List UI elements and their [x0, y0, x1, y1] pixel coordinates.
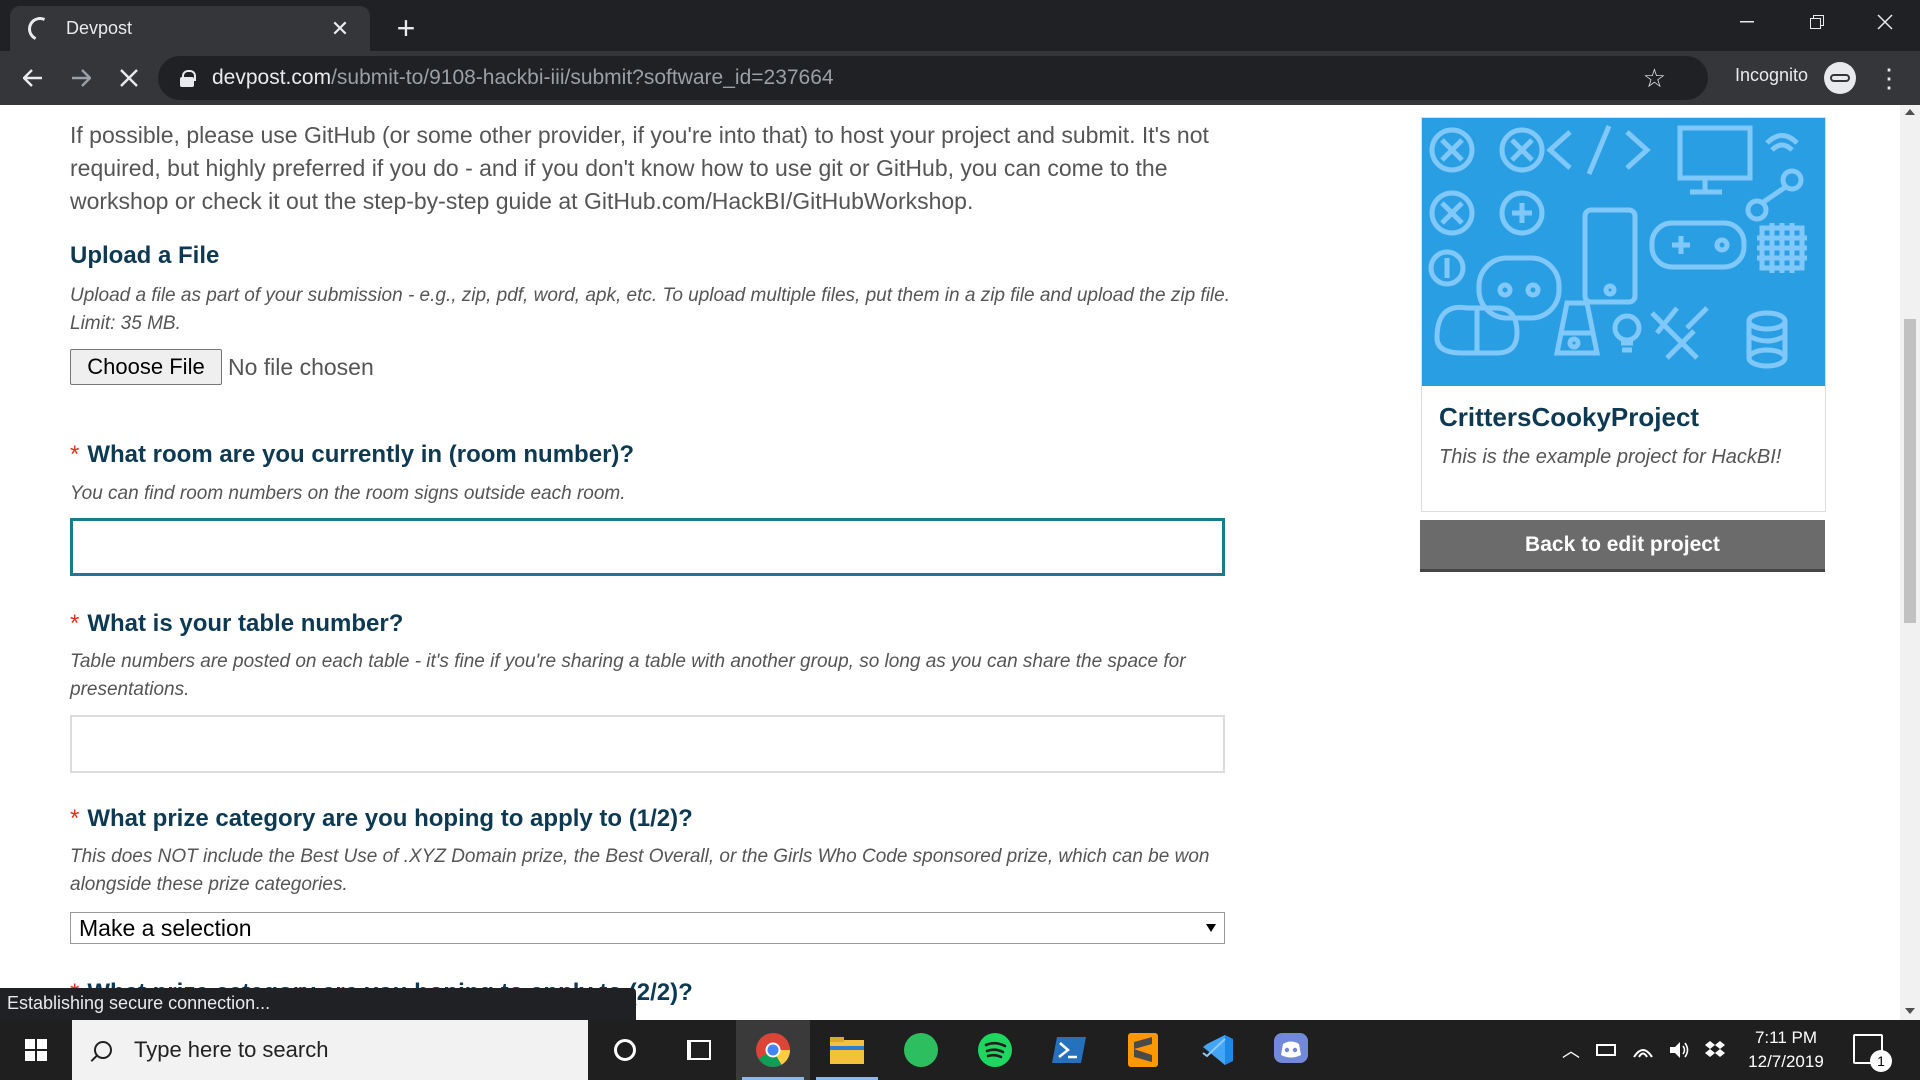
taskbar-sublime-text[interactable]: [1106, 1020, 1180, 1080]
scroll-down-icon[interactable]: [1905, 1008, 1915, 1014]
restore-icon: [1810, 15, 1824, 29]
notification-count-badge: 1: [1870, 1050, 1892, 1072]
task-view-icon: [687, 1040, 711, 1060]
search-placeholder: Type here to search: [134, 1037, 329, 1062]
taskbar-powershell[interactable]: [1032, 1020, 1106, 1080]
table-question-label: What is your table number?: [87, 610, 404, 637]
scrollbar-thumb[interactable]: [1904, 319, 1916, 623]
table-question: * What is your table number?: [70, 610, 403, 638]
url-path: /submit-to/9108-hackbi-iii/submit?softwa…: [331, 66, 834, 89]
show-hidden-icons-icon[interactable]: ︿: [1562, 1037, 1580, 1063]
discord-icon: [1274, 1033, 1308, 1063]
intro-paragraph: If possible, please use GitHub (or some …: [70, 122, 1209, 214]
tab-close-icon[interactable]: ✕: [326, 16, 354, 42]
stop-loading-button[interactable]: [110, 59, 148, 97]
url-host: devpost.com: [212, 66, 332, 89]
project-description: This is the example project for HackBI!: [1439, 446, 1782, 468]
project-name[interactable]: CrittersCookyProject: [1439, 402, 1699, 433]
browser-menu-icon[interactable]: ⋮: [1876, 61, 1902, 95]
system-tray: ︿: [1562, 1020, 1726, 1080]
project-thumbnail-graphic: [1428, 125, 1807, 369]
new-tab-button[interactable]: +: [390, 10, 422, 47]
clock-time: 7:11 PM: [1754, 1028, 1818, 1047]
taskbar-evernote[interactable]: [884, 1020, 958, 1080]
bookmark-star-icon[interactable]: ☆: [1643, 63, 1666, 94]
close-icon: [1877, 14, 1893, 30]
back-button[interactable]: [14, 59, 52, 97]
taskbar-chrome[interactable]: [736, 1020, 810, 1080]
page-scrollbar[interactable]: [1900, 105, 1920, 1020]
required-mark: *: [70, 610, 80, 637]
windows-logo-icon: [25, 1039, 47, 1061]
browser-toolbar: devpost.com/submit-to/9108-hackbi-iii/su…: [0, 51, 1920, 105]
taskbar-search[interactable]: Type here to search: [72, 1020, 588, 1080]
window-close-button[interactable]: [1850, 0, 1920, 44]
back-to-edit-project-button[interactable]: Back to edit project: [1420, 520, 1825, 572]
start-button[interactable]: [0, 1020, 72, 1080]
window-minimize-button[interactable]: [1712, 0, 1782, 44]
cortana-icon: [614, 1039, 636, 1061]
choose-file-button[interactable]: Choose File: [70, 349, 222, 385]
prize1-selected-value: Make a selection: [79, 914, 252, 941]
dropbox-icon[interactable]: [1704, 1040, 1726, 1060]
cortana-button[interactable]: [588, 1020, 662, 1080]
prize1-hint: This does NOT include the Best Use of .X…: [70, 846, 1210, 895]
forward-button[interactable]: [62, 59, 100, 97]
powershell-icon: [1052, 1037, 1086, 1063]
chevron-down-icon: [1206, 924, 1216, 932]
scroll-up-icon[interactable]: [1905, 109, 1915, 115]
page-content: If possible, please use GitHub (or some …: [0, 105, 1900, 1020]
incognito-icon[interactable]: [1824, 62, 1856, 94]
prize1-question: * What prize category are you hoping to a…: [70, 805, 693, 833]
room-hint: You can find room numbers on the room si…: [70, 483, 626, 504]
task-view-button[interactable]: [662, 1020, 736, 1080]
browser-tab[interactable]: Devpost ✕: [10, 6, 370, 51]
required-mark: *: [70, 805, 80, 832]
taskbar-clock[interactable]: 7:11 PM 12/7/2019: [1740, 1026, 1832, 1074]
stop-icon: [120, 69, 138, 87]
room-question: * What room are you currently in (room nu…: [70, 441, 634, 469]
chrome-icon: [756, 1033, 790, 1067]
project-thumbnail: [1422, 118, 1825, 386]
status-bubble: Establishing secure connection...: [0, 988, 636, 1020]
arrow-left-icon: [23, 69, 42, 87]
sublime-text-icon: [1128, 1033, 1158, 1067]
window-restore-button[interactable]: [1782, 0, 1852, 44]
file-upload: Choose File No file chosen: [70, 349, 374, 385]
volume-icon[interactable]: [1668, 1040, 1690, 1060]
clock-date: 12/7/2019: [1748, 1052, 1824, 1071]
file-status: No file chosen: [228, 353, 374, 380]
file-explorer-icon: [830, 1037, 864, 1064]
incognito-label: Incognito: [1735, 65, 1809, 85]
arrow-right-icon: [72, 69, 91, 87]
spotify-icon: [978, 1033, 1012, 1067]
upload-title: Upload a File: [70, 242, 220, 269]
taskbar-discord[interactable]: [1254, 1020, 1328, 1080]
room-question-label: What room are you currently in (room num…: [87, 441, 635, 468]
evernote-icon: [904, 1033, 938, 1067]
vscode-icon: [1202, 1035, 1233, 1065]
lock-icon: [180, 70, 196, 87]
wifi-icon[interactable]: [1632, 1041, 1654, 1059]
room-number-input[interactable]: [70, 518, 1225, 576]
table-number-input[interactable]: [70, 715, 1225, 773]
taskbar-vscode[interactable]: [1180, 1020, 1254, 1080]
taskbar-file-explorer[interactable]: [810, 1020, 884, 1080]
tab-title: Devpost: [66, 18, 133, 38]
taskbar-spotify[interactable]: [958, 1020, 1032, 1080]
upload-hint: Upload a file as part of your submission…: [70, 285, 1230, 334]
table-hint: Table numbers are posted on each table -…: [70, 651, 1186, 700]
loading-spinner-icon: [24, 13, 56, 44]
project-card: CrittersCookyProject This is the example…: [1421, 117, 1826, 512]
battery-icon[interactable]: [1596, 1044, 1616, 1056]
address-bar[interactable]: devpost.com/submit-to/9108-hackbi-iii/su…: [158, 56, 1708, 100]
url-text: devpost.com/submit-to/9108-hackbi-iii/su…: [212, 66, 834, 90]
minimize-icon: [1740, 21, 1754, 23]
prize1-select[interactable]: Make a selection: [70, 912, 1225, 944]
browser-tab-bar: Devpost ✕ +: [0, 0, 1920, 51]
required-mark: *: [70, 441, 80, 468]
prize1-question-label: What prize category are you hoping to ap…: [87, 805, 693, 832]
search-icon: [94, 1041, 112, 1059]
windows-taskbar: Type here to search ︿ 7:11 PM 12/7/2019 …: [0, 1020, 1920, 1080]
